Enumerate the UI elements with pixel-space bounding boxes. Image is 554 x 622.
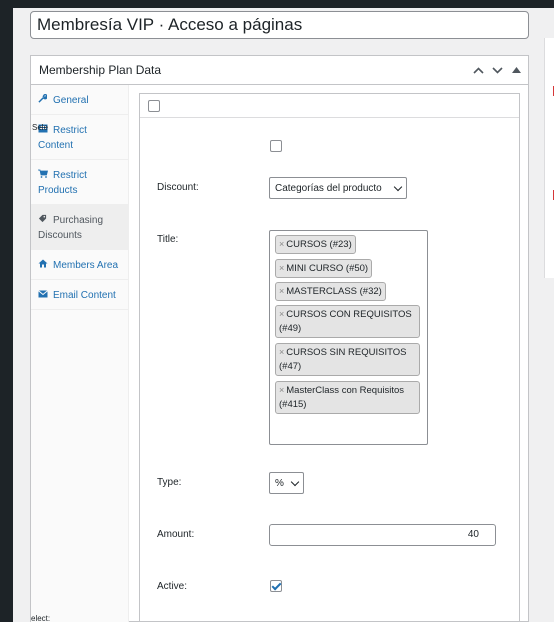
tab-label: Email Content bbox=[53, 290, 116, 301]
active-checkbox[interactable] bbox=[270, 580, 282, 592]
selected-tag: × CURSOS (#23) bbox=[275, 235, 356, 254]
tag-text: MASTERCLASS (#32) bbox=[286, 286, 382, 297]
remove-tag-icon[interactable]: × bbox=[279, 239, 284, 249]
overlap-text: Sele bbox=[32, 123, 49, 132]
home-icon bbox=[38, 258, 49, 273]
move-down-button[interactable] bbox=[490, 62, 505, 78]
side-meta-box bbox=[544, 38, 554, 278]
cart-icon bbox=[38, 168, 49, 183]
remove-tag-icon[interactable]: × bbox=[279, 347, 284, 357]
panel-header bbox=[140, 94, 519, 118]
discount-select[interactable]: Categorías del producto bbox=[269, 177, 407, 199]
remove-tag-icon[interactable]: × bbox=[279, 263, 284, 273]
tab-general[interactable]: General bbox=[31, 85, 128, 115]
tag-text: MINI CURSO (#50) bbox=[286, 263, 369, 274]
title-multiselect[interactable]: × CURSOS (#23) × MINI CURSO (#50) × MASTERC… bbox=[269, 230, 428, 445]
discount-rule-panel: Discount: Categorías del producto Title:… bbox=[139, 93, 520, 622]
chevron-up-icon bbox=[473, 66, 484, 74]
tab-members-area[interactable]: Members Area bbox=[31, 250, 128, 280]
amount-input[interactable]: 40 bbox=[269, 524, 496, 546]
overlap-text: elect: bbox=[31, 614, 51, 622]
tag-icon bbox=[38, 213, 49, 228]
move-up-button[interactable] bbox=[471, 62, 486, 78]
type-value: % bbox=[275, 477, 284, 489]
tab-restrict-content[interactable]: Restrict Content bbox=[31, 115, 128, 160]
membership-plan-data-box: Membership Plan Data General Restrict Co… bbox=[30, 55, 529, 622]
tag-text: CURSOS (#23) bbox=[286, 239, 352, 250]
admin-sidebar-edge bbox=[0, 0, 13, 622]
tab-restrict-products[interactable]: Restrict Products bbox=[31, 160, 128, 205]
chevron-down-icon bbox=[393, 182, 403, 192]
selected-tag: × MINI CURSO (#50) bbox=[275, 259, 373, 278]
toggle-panel-button[interactable] bbox=[509, 62, 524, 78]
box-header: Membership Plan Data bbox=[31, 56, 528, 85]
type-select[interactable]: % bbox=[269, 472, 304, 494]
tab-label: Members Area bbox=[53, 260, 119, 271]
active-label: Active: bbox=[157, 581, 188, 592]
select-rule-checkbox[interactable] bbox=[148, 100, 160, 112]
selected-tag: × CURSOS SIN REQUISITOS (#47) bbox=[275, 343, 420, 376]
rule-option-checkbox[interactable] bbox=[270, 140, 282, 152]
title-label: Title: bbox=[157, 234, 179, 245]
tag-text: CURSOS CON REQUISITOS (#49) bbox=[279, 309, 412, 334]
post-title-input[interactable] bbox=[30, 11, 529, 39]
tag-text: MasterClass con Requisitos (#415) bbox=[279, 385, 405, 410]
tab-purchasing-discounts[interactable]: Purchasing Discounts bbox=[31, 205, 128, 250]
selected-tag: × MASTERCLASS (#32) bbox=[275, 282, 386, 301]
remove-tag-icon[interactable]: × bbox=[279, 286, 284, 296]
remove-tag-icon[interactable]: × bbox=[279, 385, 284, 395]
tab-label: General bbox=[53, 95, 89, 106]
discount-value: Categorías del producto bbox=[275, 182, 382, 194]
selected-tag: × MasterClass con Requisitos (#415) bbox=[275, 381, 420, 414]
wrench-icon bbox=[38, 93, 49, 108]
envelope-icon bbox=[38, 288, 49, 303]
chevron-down-icon bbox=[492, 66, 503, 74]
tag-text: CURSOS SIN REQUISITOS (#47) bbox=[279, 347, 407, 372]
chevron-down-icon bbox=[290, 477, 300, 487]
plan-data-tabs: General Restrict Content Restrict Produc… bbox=[31, 85, 129, 622]
remove-tag-icon[interactable]: × bbox=[279, 309, 284, 319]
caret-up-icon bbox=[512, 67, 521, 73]
tab-email-content[interactable]: Email Content bbox=[31, 280, 128, 310]
admin-bar bbox=[13, 0, 554, 8]
selected-tag: × CURSOS CON REQUISITOS (#49) bbox=[275, 305, 420, 338]
type-label: Type: bbox=[157, 477, 182, 488]
box-title: Membership Plan Data bbox=[39, 63, 162, 77]
discount-label: Discount: bbox=[157, 182, 199, 193]
amount-label: Amount: bbox=[157, 529, 195, 540]
